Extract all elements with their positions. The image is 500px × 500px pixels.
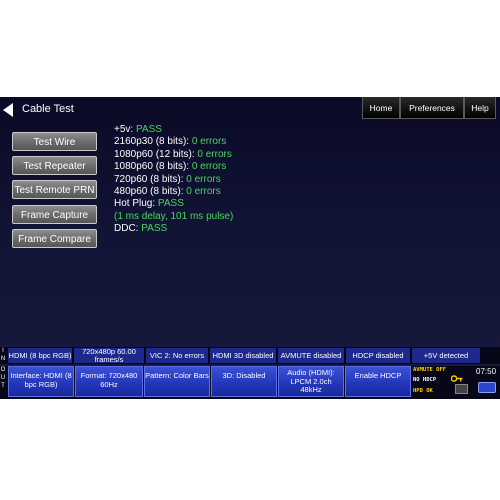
hdcp-indicator: NO HDCP [413, 377, 437, 383]
side-letter: N [0, 356, 6, 362]
test-wire-button[interactable]: Test Wire [12, 132, 97, 151]
gauge-icon [455, 384, 468, 394]
status-avmute: AVMUTE disabled [278, 348, 344, 363]
frame-compare-button[interactable]: Frame Compare [12, 229, 97, 248]
result-status: 0 errors [186, 186, 221, 198]
network-icon[interactable] [478, 382, 496, 393]
frame-capture-button[interactable]: Frame Capture [12, 205, 97, 224]
avmute-indicator: AVMUTE OFF [413, 367, 447, 373]
output-controls: OUT Interface: HDMI (8 bpc RGB) Format: … [0, 366, 500, 399]
status-vic: VIC 2: No errors [146, 348, 208, 363]
result-row: 720p60 (8 bits): 0 errors [114, 174, 233, 186]
result-label: 480p60 (8 bits): [114, 186, 187, 198]
result-row: 2160p30 (8 bits): 0 errors [114, 136, 233, 148]
result-label: 1080p60 (12 bits): [114, 148, 198, 160]
result-row: (1 ms delay, 101 ms pulse) [114, 211, 233, 223]
result-label: Hot Plug: [114, 198, 158, 210]
page-title: Cable Test [22, 103, 74, 115]
result-row: Hot Plug: PASS [114, 198, 233, 210]
status-hdcp: HDCP disabled [346, 348, 410, 363]
status-interface: HDMI (8 bpc RGB) [8, 348, 72, 363]
interface-button[interactable]: Interface: HDMI (8 bpc RGB) [8, 366, 74, 397]
input-side-label: IN [0, 347, 6, 364]
result-status: PASS [157, 198, 184, 210]
indicator-panel: AVMUTE OFF NO HDCP HPD OK [411, 366, 471, 399]
result-status: 0 errors [191, 136, 227, 148]
status-5v: +5V detected [412, 348, 480, 363]
result-status: PASS [135, 124, 162, 135]
tab-help[interactable]: Help [464, 97, 496, 119]
side-letter: O [0, 367, 6, 373]
side-letter: T [1, 383, 5, 389]
status-format: 720x480p 60.00 frames/s [74, 348, 144, 363]
tab-preferences[interactable]: Preferences [400, 97, 464, 119]
result-label: 1080p60 (8 bits): [114, 161, 192, 173]
result-label: +5v: [114, 124, 136, 135]
result-status: (1 ms delay, 101 ms pulse) [114, 210, 234, 222]
result-label: 2160p30 (8 bits): [114, 136, 192, 148]
key-icon [451, 375, 463, 382]
result-row: 480p60 (8 bits): 0 errors [114, 186, 233, 198]
test-results: +5v: PASS 2160p30 (8 bits): 0 errors 108… [114, 124, 233, 236]
generator-screen: Cable Test Home Preferences Help Test Wi… [0, 97, 500, 399]
pattern-button[interactable]: Pattern: Color Bars [144, 366, 210, 397]
test-repeater-button[interactable]: Test Repeater [12, 156, 97, 175]
result-status: 0 errors [191, 161, 227, 173]
output-side-label: OUT [0, 366, 6, 399]
enable-hdcp-button[interactable]: Enable HDCP [345, 366, 411, 397]
result-label: DDC: [114, 223, 142, 235]
clock: 07:50 [476, 367, 497, 376]
format-button[interactable]: Format: 720x480 60Hz [75, 366, 143, 397]
result-status: 0 errors [186, 173, 221, 185]
status-3d: HDMI 3D disabled [210, 348, 276, 363]
result-status: PASS [141, 223, 168, 235]
test-remote-prn-button[interactable]: Test Remote PRN [12, 180, 97, 199]
result-row: DDC: PASS [114, 223, 233, 235]
back-arrow-icon[interactable] [3, 103, 13, 117]
side-letter: U [0, 375, 6, 381]
side-letter: I [2, 348, 4, 354]
audio-button[interactable]: Audio (HDMI): LPCM 2.0ch 48kHz [278, 366, 344, 397]
result-row: 1080p60 (8 bits): 0 errors [114, 161, 233, 173]
result-row: 1080p60 (12 bits): 0 errors [114, 149, 233, 161]
result-label: 720p60 (8 bits): [114, 173, 187, 185]
hpd-indicator: HPD OK [413, 388, 433, 394]
signal-status-bar: IN HDMI (8 bpc RGB) 720x480p 60.00 frame… [0, 347, 500, 364]
tab-home[interactable]: Home [362, 97, 400, 119]
result-row: +5v: PASS [114, 124, 233, 136]
result-status: 0 errors [197, 148, 232, 160]
3d-button[interactable]: 3D: Disabled [211, 366, 277, 397]
